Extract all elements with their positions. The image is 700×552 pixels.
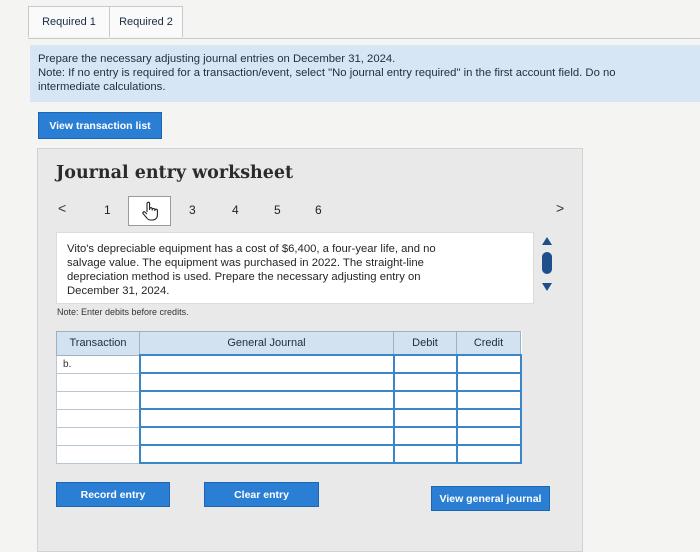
credit-input[interactable] (455, 444, 522, 464)
clear-entry-button[interactable]: Clear entry (204, 482, 319, 507)
transaction-description: Vito's depreciable equipment has a cost … (56, 232, 534, 304)
hand-pointer-icon (141, 201, 158, 221)
description-scroll-control[interactable] (540, 235, 554, 297)
debit-input[interactable] (392, 444, 458, 464)
transaction-cell (56, 408, 140, 428)
table-row (56, 372, 522, 392)
instruction-note-cont: intermediate calculations. (38, 81, 166, 93)
col-header-general-journal: General Journal (139, 331, 394, 356)
tab-required-2[interactable]: Required 2 (109, 6, 183, 37)
table-row: b. (56, 354, 522, 374)
instruction-note: Note: If no entry is required for a tran… (38, 67, 616, 79)
account-select[interactable] (138, 354, 395, 374)
credit-input[interactable] (455, 426, 522, 446)
credit-input[interactable] (455, 408, 522, 428)
table-header-row: Transaction General Journal Debit Credit (56, 331, 521, 356)
scroll-thumb (542, 252, 552, 274)
table-row (56, 408, 522, 428)
description-line: depreciation method is used. Prepare the… (67, 271, 421, 283)
transaction-cell (56, 426, 140, 446)
view-transaction-list-button[interactable]: View transaction list (38, 112, 162, 139)
prev-page-arrow[interactable]: < (58, 200, 66, 216)
transaction-cell: b. (56, 354, 140, 374)
page-2-current[interactable] (128, 196, 171, 226)
credit-input[interactable] (455, 354, 522, 374)
table-row (56, 390, 522, 410)
debit-input[interactable] (392, 354, 458, 374)
transaction-cell (56, 372, 140, 392)
next-page-arrow[interactable]: > (556, 200, 564, 216)
debit-input[interactable] (392, 372, 458, 392)
table-row (56, 444, 522, 464)
account-select[interactable] (138, 408, 395, 428)
credit-input[interactable] (455, 390, 522, 410)
page-5-link[interactable]: 5 (274, 203, 281, 217)
account-select[interactable] (138, 390, 395, 410)
debit-input[interactable] (392, 426, 458, 446)
tab-required-1[interactable]: Required 1 (28, 6, 110, 37)
account-select[interactable] (138, 372, 395, 392)
instructions-banner: Prepare the necessary adjusting journal … (30, 45, 700, 102)
journal-entry-table: Transaction General Journal Debit Credit… (56, 331, 522, 464)
transaction-cell (56, 444, 140, 464)
worksheet-title: Journal entry worksheet (56, 163, 294, 183)
scroll-up-arrow-icon (542, 237, 552, 245)
account-select[interactable] (138, 426, 395, 446)
note-debits-first: Note: Enter debits before credits. (57, 307, 189, 317)
col-header-credit: Credit (456, 331, 521, 356)
tab-divider (28, 38, 700, 39)
page-1-link[interactable]: 1 (104, 203, 111, 217)
credit-input[interactable] (455, 372, 522, 392)
view-general-journal-button[interactable]: View general journal (431, 486, 550, 511)
transaction-cell (56, 390, 140, 410)
description-line: December 31, 2024. (67, 285, 170, 297)
instruction-line: Prepare the necessary adjusting journal … (38, 53, 396, 65)
col-header-transaction: Transaction (56, 331, 140, 356)
table-row (56, 426, 522, 446)
page-3-link[interactable]: 3 (189, 203, 196, 217)
description-line: Vito's depreciable equipment has a cost … (67, 243, 436, 255)
debit-input[interactable] (392, 408, 458, 428)
scroll-down-arrow-icon (542, 283, 552, 291)
description-line: salvage value. The equipment was purchas… (67, 257, 424, 269)
page-6-link[interactable]: 6 (315, 203, 322, 217)
debit-input[interactable] (392, 390, 458, 410)
record-entry-button[interactable]: Record entry (56, 482, 170, 507)
tab-bar: Required 1 Required 2 (28, 6, 183, 37)
col-header-debit: Debit (393, 331, 457, 356)
page-4-link[interactable]: 4 (232, 203, 239, 217)
account-select[interactable] (138, 444, 395, 464)
worksheet-pager: < 1 3 4 5 6 > (56, 196, 586, 226)
